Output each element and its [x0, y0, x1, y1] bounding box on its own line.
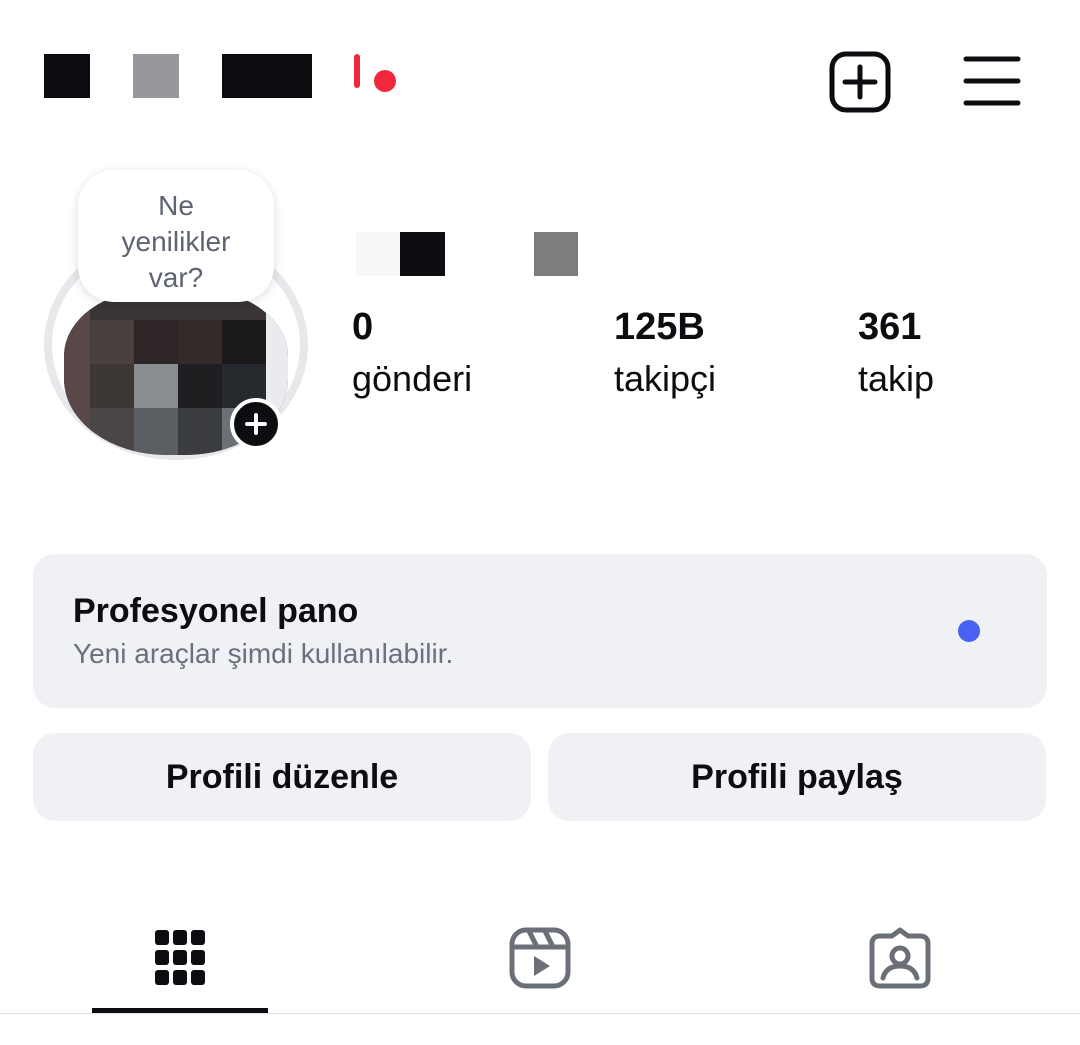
pro-dashboard-subtitle: Yeni araçlar şimdi kullanılabilir. — [73, 638, 454, 669]
tagged-icon — [869, 927, 931, 989]
edit-profile-button[interactable]: Profili düzenle — [33, 733, 531, 821]
reels-icon — [509, 927, 571, 989]
note-bubble[interactable]: Ne yenilikler var? — [78, 170, 274, 302]
stat-posts-label: gönderi — [352, 358, 473, 399]
username-chevron-fragment — [354, 54, 360, 88]
add-story-plus-icon — [245, 413, 267, 435]
top-bar — [0, 0, 1080, 150]
notification-dot — [374, 70, 396, 92]
pro-dashboard-title: Profesyonel pano — [73, 592, 359, 630]
stat-followers-label: takipçi — [614, 358, 717, 399]
new-indicator-dot — [958, 620, 980, 642]
profile-name-redacted — [354, 230, 594, 276]
add-story-button[interactable] — [230, 398, 282, 450]
tab-tagged[interactable] — [812, 910, 988, 1006]
stat-posts-value: 0 — [352, 306, 374, 348]
tab-reels[interactable] — [452, 910, 628, 1006]
profile-tabs — [0, 900, 1080, 1045]
stat-posts[interactable]: 0 gönderi — [352, 305, 472, 403]
hamburger-menu-icon — [963, 56, 1021, 106]
new-post-button[interactable] — [826, 48, 894, 116]
stat-followers[interactable]: 125B takipçi — [614, 305, 716, 403]
share-profile-button[interactable]: Profili paylaş — [548, 733, 1046, 821]
grid-icon — [155, 930, 205, 985]
stat-followers-value: 125B — [614, 306, 705, 348]
professional-dashboard-card[interactable]: Profesyonel pano Yeni araçlar şimdi kull… — [33, 554, 1047, 708]
stat-following[interactable]: 361 takip — [858, 305, 934, 403]
plus-square-icon — [829, 51, 891, 113]
menu-button[interactable] — [958, 50, 1026, 112]
tabs-divider — [0, 1013, 1080, 1014]
stat-following-label: takip — [858, 358, 935, 399]
note-text: Ne yenilikler var? — [121, 190, 231, 293]
username-redacted[interactable] — [44, 54, 314, 98]
profile-screen: Ne yenilikler var? 0 gönderi 125B takipç… — [0, 0, 1080, 1045]
stat-following-value: 361 — [858, 306, 922, 348]
tab-grid[interactable] — [92, 910, 268, 1006]
